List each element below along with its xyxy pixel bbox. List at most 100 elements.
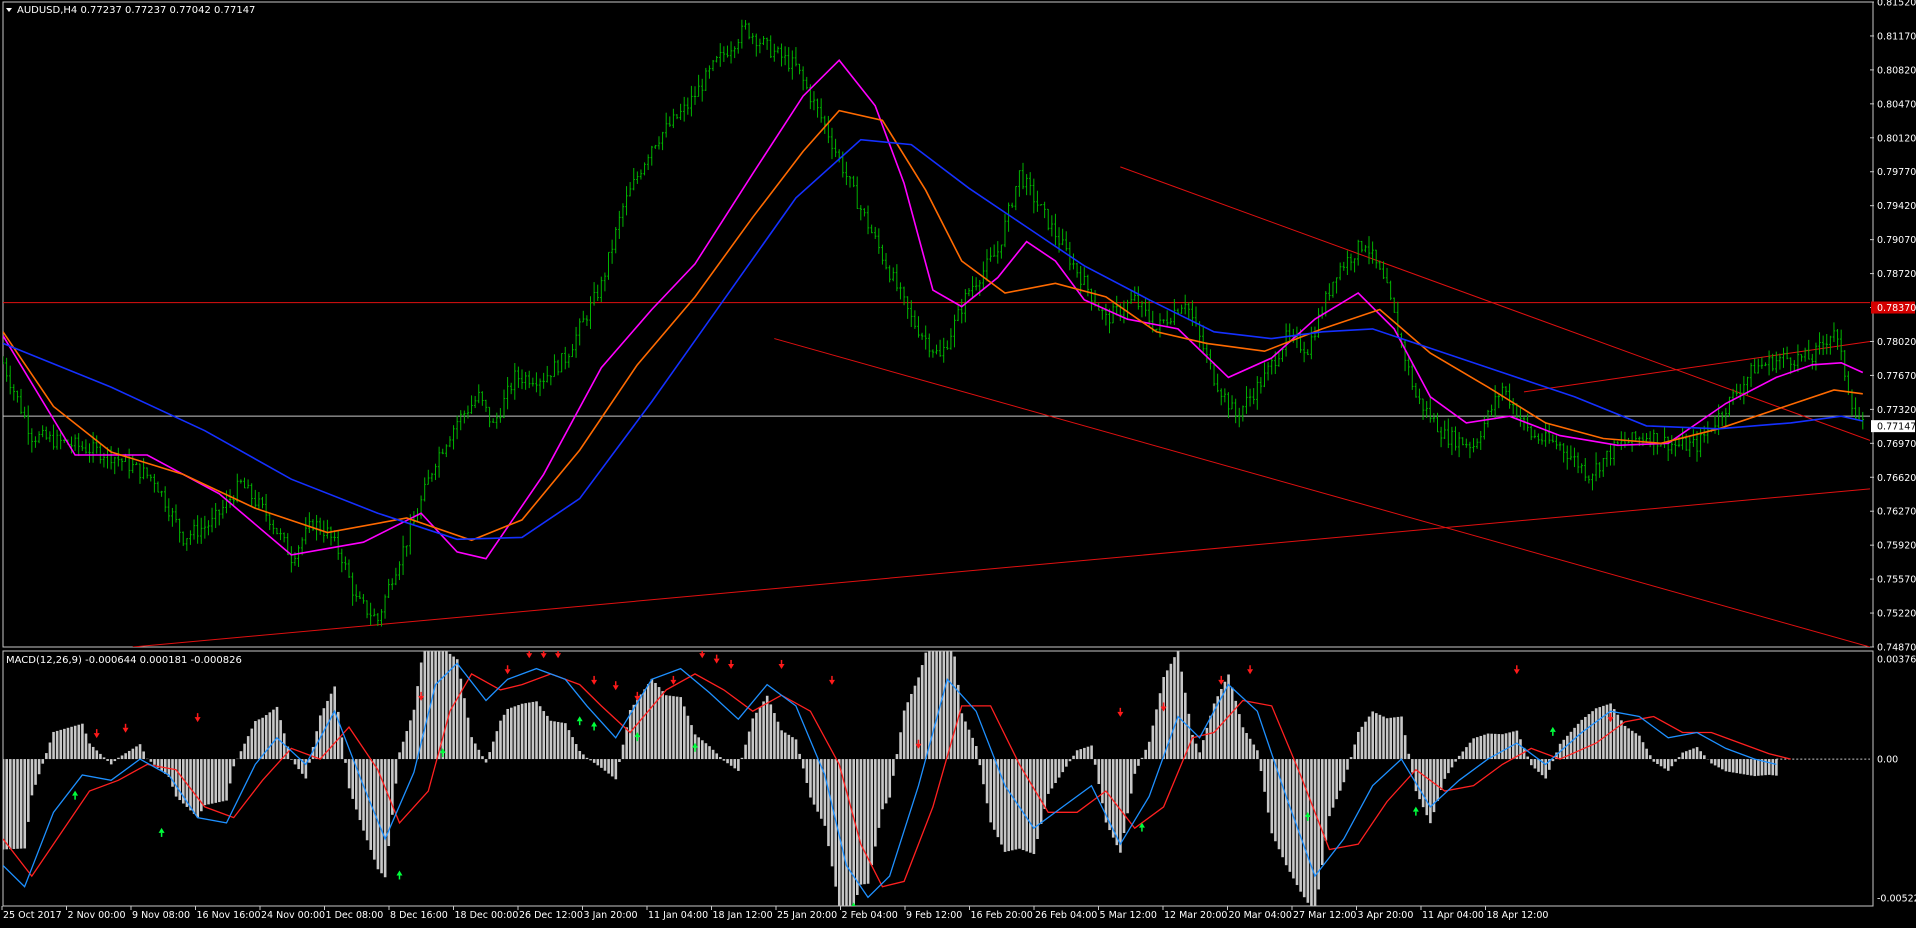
histogram-bar: [1519, 739, 1522, 759]
histogram-bar: [402, 742, 405, 759]
histogram-bar: [629, 710, 632, 759]
histogram-bar: [395, 759, 398, 784]
histogram-bar: [924, 653, 927, 759]
histogram-bar: [1703, 755, 1706, 759]
histogram-bar: [1018, 759, 1021, 849]
histogram-bar: [643, 689, 646, 759]
histogram-bar: [892, 759, 895, 776]
histogram-bar: [1000, 759, 1003, 844]
histogram-bar: [914, 686, 917, 759]
histogram-bar: [272, 710, 275, 759]
histogram-bar: [676, 697, 679, 759]
histogram-bar: [59, 730, 62, 759]
time-tick-label: 26 Dec 12:00: [519, 910, 583, 921]
time-tick-label: 25 Oct 2017: [3, 910, 62, 921]
histogram-bar: [124, 753, 127, 759]
histogram-bar: [211, 759, 214, 804]
histogram-bar: [1436, 759, 1439, 801]
histogram-bar: [38, 759, 41, 774]
histogram-bar: [142, 751, 145, 759]
price-tick-label: 0.75920: [1877, 541, 1916, 552]
histogram-bar: [1516, 731, 1519, 759]
histogram-bar: [1418, 759, 1421, 799]
histogram-bar: [697, 737, 700, 759]
histogram-bar: [1097, 759, 1100, 784]
histogram-bar: [1404, 735, 1407, 759]
histogram-bar: [874, 759, 877, 846]
histogram-bar: [550, 721, 553, 759]
macd-tick-label: -0.005223: [1877, 894, 1916, 905]
histogram-bar: [1490, 734, 1493, 759]
histogram-bar: [824, 759, 827, 826]
histogram-bar: [1162, 677, 1165, 759]
histogram-bar: [243, 744, 246, 759]
histogram-bar: [968, 730, 971, 759]
histogram-bar: [1202, 740, 1205, 759]
time-tick-label: 26 Feb 04:00: [1035, 910, 1097, 921]
histogram-bar: [1598, 707, 1601, 759]
time-tick-label: 11 Apr 04:00: [1422, 910, 1484, 921]
histogram-bar: [564, 723, 567, 759]
histogram-bar: [207, 759, 210, 804]
time-tick-label: 12 Mar 20:00: [1164, 910, 1227, 921]
histogram-bar: [1307, 759, 1310, 903]
histogram-bar: [1274, 759, 1277, 841]
histogram-bar: [1483, 735, 1486, 759]
histogram-bar: [849, 759, 852, 916]
histogram-bar: [485, 759, 488, 762]
histogram-bar: [737, 759, 740, 771]
histogram-bar: [1595, 708, 1598, 759]
histogram-bar: [1173, 657, 1176, 759]
histogram-bar: [150, 759, 153, 762]
time-tick-label: 3 Apr 20:00: [1358, 910, 1414, 921]
histogram-bar: [733, 759, 736, 768]
histogram-bar: [1653, 759, 1656, 762]
histogram-bar: [218, 759, 221, 802]
histogram-bar: [993, 759, 996, 830]
histogram-bar: [1573, 728, 1576, 759]
histogram-bar: [405, 731, 408, 759]
histogram-bar: [1696, 747, 1699, 759]
price-tick-label: 0.76270: [1877, 507, 1916, 518]
histogram-bar: [759, 707, 762, 759]
histogram-bar: [1007, 759, 1010, 851]
chart-canvas[interactable]: 0.815200.811700.808200.804700.801200.797…: [0, 0, 1916, 924]
time-tick-label: 27 Mar 12:00: [1293, 910, 1356, 921]
histogram-bar: [979, 759, 982, 765]
histogram-bar: [1501, 734, 1504, 759]
histogram-bar: [1454, 759, 1457, 762]
time-tick-label: 3 Jan 20:00: [584, 910, 638, 921]
histogram-bar: [276, 707, 279, 759]
histogram-bar: [546, 716, 549, 759]
histogram-bar: [1710, 759, 1713, 763]
histogram-bar: [687, 716, 690, 759]
histogram-bar: [366, 759, 369, 840]
histogram-bar: [860, 759, 863, 885]
histogram-bar: [553, 721, 556, 759]
histogram-bar: [1526, 757, 1529, 760]
histogram-bar: [1141, 758, 1144, 759]
histogram-bar: [254, 721, 257, 759]
histogram-bar: [622, 745, 625, 759]
histogram-bar: [1134, 759, 1137, 774]
histogram-bar: [813, 759, 816, 805]
histogram-bar: [1325, 759, 1328, 840]
histogram-bar: [521, 704, 524, 759]
price-tick-label: 0.81170: [1877, 31, 1916, 42]
histogram-bar: [633, 705, 636, 759]
histogram-bar: [899, 732, 902, 759]
histogram-bar: [593, 759, 596, 763]
histogram-bar: [1004, 759, 1007, 852]
trading-chart-window[interactable]: 0.815200.811700.808200.804700.801200.797…: [0, 0, 1916, 924]
histogram-bar: [1577, 724, 1580, 759]
histogram-bar: [1177, 651, 1180, 760]
histogram-bar: [1238, 714, 1241, 759]
histogram-bar: [99, 754, 102, 759]
histogram-bar: [528, 703, 531, 760]
histogram-bar: [903, 711, 906, 760]
histogram-bar: [250, 729, 253, 759]
histogram-bar: [1303, 759, 1306, 897]
histogram-bar: [1252, 745, 1255, 760]
histogram-bar: [701, 740, 704, 759]
histogram-bar: [1375, 713, 1378, 759]
